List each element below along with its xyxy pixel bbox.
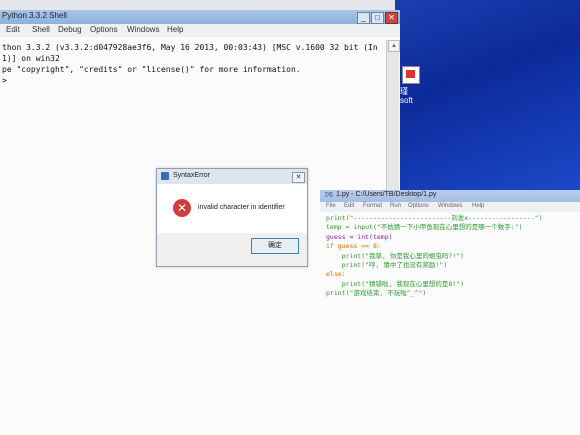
app-icon [161, 172, 169, 180]
editor-menu-file[interactable]: File [326, 203, 336, 209]
code-line: print("哼, 猜中了也没有奖励!") [326, 261, 448, 270]
shell-title: Python 3.3.2 Shell [2, 11, 67, 20]
code-area[interactable]: print("-------------------------刘发x-----… [326, 214, 543, 299]
idle-logo-icon: 7⁄6 [324, 192, 333, 199]
desktop-app-icon[interactable] [402, 66, 420, 84]
close-button[interactable]: ✕ [385, 12, 398, 24]
menu-shell[interactable]: Shell [32, 25, 50, 34]
maximize-button[interactable]: □ [371, 12, 384, 24]
error-message: invalid character in identifier [198, 204, 285, 211]
dialog-footer: 确定 [157, 233, 307, 266]
desktop-background [395, 0, 580, 190]
menu-help[interactable]: Help [167, 25, 183, 34]
code-line: temp = input("不妨猜一下小甲鱼现在心里想的是哪一个数字:") [326, 223, 523, 232]
menu-edit[interactable]: Edit [6, 25, 20, 34]
desktop-icon-label-2: soft [400, 96, 413, 105]
shell-title-bar[interactable]: Python 3.3.2 Shell _ □ ✕ [0, 10, 400, 24]
screen: 瑾 soft Python 3.3.2 Shell _ □ ✕ Edit She… [0, 0, 580, 435]
error-icon: ✕ [173, 199, 191, 217]
code-line: if guess == 8: [326, 242, 381, 251]
shell-line: thon 3.3.2 (v3.3.2:d047928ae3f6, May 16 … [2, 43, 378, 52]
code-line-cursor: temp = input("不妨猜一下小甲鱼现在心里想的是哪一个数字:") [326, 223, 543, 232]
code-line: else: [326, 270, 346, 279]
dialog-close-button[interactable]: ✕ [292, 172, 305, 183]
editor-menu-bar: File Edit Format Run Options Windows Hel… [320, 202, 580, 212]
code-line: print("猜错啦, 我现在心里想的是8!") [326, 279, 465, 288]
editor-menu-run[interactable]: Run [390, 203, 401, 209]
editor-window: 7⁄6 1.py - C:/Users/TB/Desktop/1.py File… [320, 190, 580, 435]
shell-menu-bar: Edit Shell Debug Options Windows Help [0, 24, 400, 37]
editor-menu-edit[interactable]: Edit [344, 203, 354, 209]
minimize-button[interactable]: _ [357, 12, 370, 24]
shell-line: pe "copyright", "credits" or "license()"… [2, 65, 301, 74]
dialog-title: SyntaxError [173, 172, 210, 179]
syntax-error-dialog: SyntaxError ✕ ✕ invalid character in ide… [156, 168, 308, 267]
code-line: print("我草, 你是我心里的蛔虫吗?!") [326, 251, 465, 260]
dialog-title-bar[interactable]: SyntaxError ✕ [157, 169, 307, 184]
menu-windows[interactable]: Windows [127, 25, 159, 34]
code-line: print("游戏结束, 不玩啦^_^") [326, 289, 427, 298]
menu-options[interactable]: Options [90, 25, 118, 34]
editor-menu-options[interactable]: Options [408, 203, 429, 209]
scroll-up-icon[interactable]: ▲ [388, 40, 400, 52]
editor-title-bar[interactable]: 7⁄6 1.py - C:/Users/TB/Desktop/1.py [320, 190, 580, 202]
menu-debug[interactable]: Debug [58, 25, 82, 34]
editor-menu-help[interactable]: Help [472, 203, 484, 209]
code-line: print("-------------------------刘发x-----… [326, 214, 543, 222]
shell-line: 1)] on win32 [2, 54, 60, 63]
code-line: guess = int(temp) [326, 232, 393, 241]
shell-prompt: > [2, 76, 7, 85]
ok-button[interactable]: 确定 [251, 238, 299, 254]
shell-output[interactable]: thon 3.3.2 (v3.3.2:d047928ae3f6, May 16 … [2, 42, 378, 86]
editor-menu-format[interactable]: Format [363, 203, 382, 209]
editor-title: 1.py - C:/Users/TB/Desktop/1.py [336, 191, 437, 198]
editor-menu-windows[interactable]: Windows [438, 203, 462, 209]
